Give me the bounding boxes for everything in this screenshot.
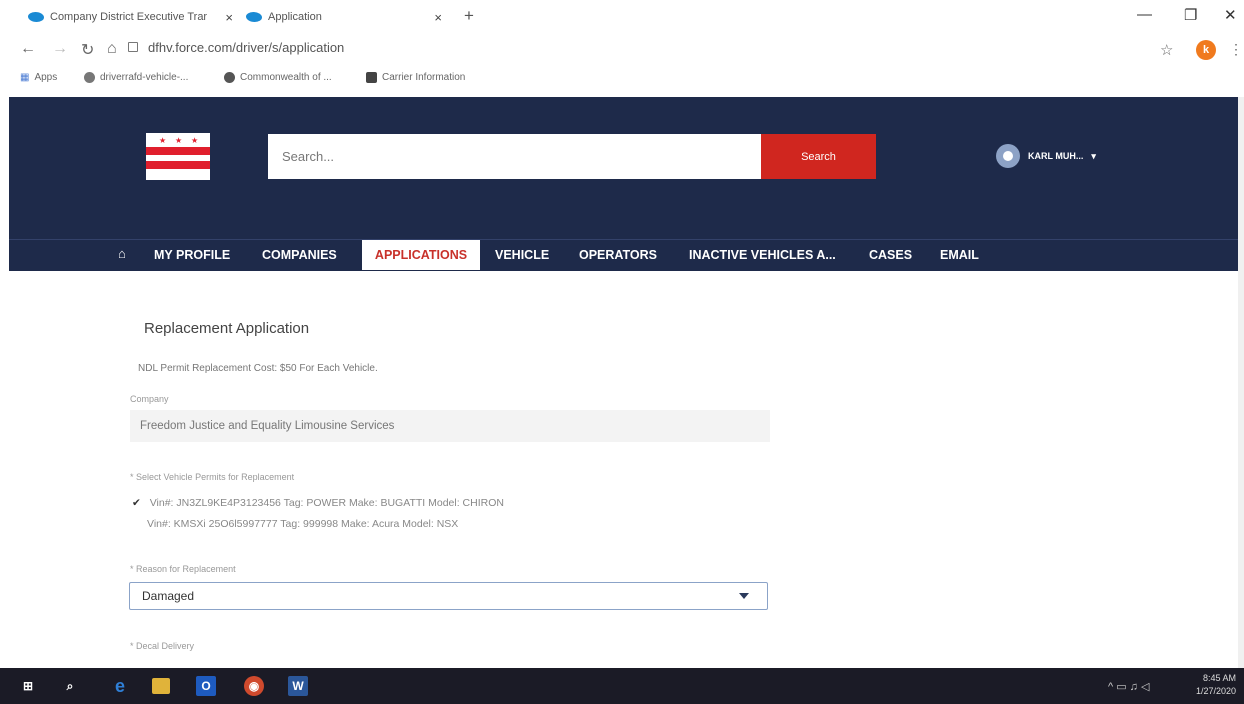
salesforce-cloud-icon bbox=[28, 12, 44, 22]
forward-icon[interactable]: → bbox=[52, 40, 68, 58]
new-tab-button[interactable]: + bbox=[464, 6, 474, 26]
tab-company[interactable]: Company District Executive Trar × bbox=[28, 4, 233, 30]
word-icon[interactable]: W bbox=[288, 676, 308, 696]
minimize-icon[interactable]: — bbox=[1137, 6, 1152, 23]
url-field[interactable]: dfhv.force.com/driver/s/application bbox=[148, 40, 344, 55]
user-name: KARL MUH... bbox=[1028, 151, 1084, 161]
permit-text: Vin#: JN3ZL9KE4P3123456 Tag: POWER Make:… bbox=[149, 497, 504, 509]
bookmark-label: driverrafd-vehicle-... bbox=[100, 72, 189, 83]
menu-kebab-icon[interactable]: ⋮ bbox=[1229, 41, 1243, 58]
profile-avatar[interactable]: k bbox=[1196, 40, 1216, 60]
tab-close-icon[interactable]: × bbox=[434, 10, 442, 25]
file-explorer-icon[interactable] bbox=[152, 678, 170, 694]
close-window-icon[interactable]: ✕ bbox=[1224, 6, 1237, 24]
user-avatar-icon bbox=[996, 144, 1020, 168]
dropdown-caret-icon bbox=[739, 593, 749, 599]
dc-flag-logo[interactable]: ★ ★ ★ bbox=[146, 133, 210, 180]
home-icon[interactable]: ⌂ bbox=[118, 246, 126, 261]
permit-option-2[interactable]: Vin#: KMSXi 25O6l5997777 Tag: 999998 Mak… bbox=[147, 518, 458, 530]
bookmark-label: Commonwealth of ... bbox=[240, 72, 332, 83]
search-input[interactable]: Search... bbox=[268, 134, 761, 179]
required-mark: * bbox=[130, 564, 134, 574]
checkmark-icon: ✔ bbox=[132, 497, 141, 509]
nav-email[interactable]: EMAIL bbox=[940, 239, 979, 270]
required-mark: * bbox=[130, 641, 134, 651]
flag-stripe bbox=[146, 147, 210, 155]
decal-label: * Decal Delivery bbox=[130, 641, 194, 651]
nav-inactive-vehicles[interactable]: INACTIVE VEHICLES A... bbox=[689, 239, 836, 270]
decal-label-text: Decal Delivery bbox=[136, 641, 195, 651]
edge-icon[interactable]: e bbox=[110, 676, 130, 696]
permit-text: Vin#: KMSXi 25O6l5997777 Tag: 999998 Mak… bbox=[147, 518, 459, 530]
company-label: Company bbox=[130, 394, 169, 404]
system-tray-icons[interactable]: ^ ▭ ♫ ◁ bbox=[1108, 680, 1149, 693]
outlook-icon[interactable]: O bbox=[196, 676, 216, 696]
reason-select[interactable]: Damaged bbox=[129, 582, 768, 610]
nav-vehicle[interactable]: VEHICLE bbox=[495, 239, 549, 270]
tab-label: Application bbox=[268, 11, 322, 23]
permits-label-text: Select Vehicle Permits for Replacement bbox=[136, 472, 295, 482]
tab-label: Company District Executive Trar bbox=[50, 11, 208, 23]
lock-icon bbox=[128, 42, 138, 52]
search-icon[interactable]: ⌕ bbox=[60, 676, 80, 696]
reason-value: Damaged bbox=[142, 589, 195, 603]
taskbar-clock[interactable]: 8:45 AM 1/27/2020 bbox=[1196, 672, 1236, 698]
nav-applications[interactable]: APPLICATIONS bbox=[362, 240, 480, 270]
star-icon: ★ bbox=[191, 136, 199, 145]
bookmark-apps[interactable]: ▦ Apps bbox=[20, 72, 57, 83]
nav-cases[interactable]: CASES bbox=[869, 239, 912, 270]
search-button[interactable]: Search bbox=[761, 134, 876, 179]
clock-date: 1/27/2020 bbox=[1196, 686, 1237, 696]
reload-icon[interactable]: ↻ bbox=[81, 40, 94, 60]
company-field: Freedom Justice and Equality Limousine S… bbox=[130, 410, 770, 442]
reason-label-text: Reason for Replacement bbox=[136, 564, 236, 574]
flag-stripe bbox=[146, 161, 210, 169]
home-browser-icon[interactable]: ⌂ bbox=[107, 40, 117, 58]
windows-start-icon[interactable]: ⊞ bbox=[18, 676, 38, 696]
chevron-down-icon: ▾ bbox=[1091, 150, 1096, 161]
restore-icon[interactable]: ❐ bbox=[1184, 6, 1197, 24]
chrome-icon[interactable]: ◉ bbox=[244, 676, 264, 696]
seal-icon bbox=[224, 72, 235, 83]
truck-icon bbox=[366, 72, 377, 83]
bookmark-label: Apps bbox=[34, 72, 58, 83]
user-menu[interactable]: KARL MUH... ▾ bbox=[996, 144, 1096, 168]
tab-application[interactable]: Application × bbox=[246, 4, 442, 30]
windows-taskbar bbox=[0, 668, 1244, 704]
permits-label: * Select Vehicle Permits for Replacement bbox=[130, 472, 294, 482]
bookmark-label: Carrier Information bbox=[382, 72, 466, 83]
tab-close-icon[interactable]: × bbox=[225, 10, 233, 25]
globe-icon bbox=[84, 72, 95, 83]
bookmark-commonwealth[interactable]: Commonwealth of ... bbox=[224, 72, 332, 83]
reason-label: * Reason for Replacement bbox=[130, 564, 236, 574]
back-icon[interactable]: ← bbox=[20, 40, 36, 58]
nav-my-profile[interactable]: MY PROFILE bbox=[154, 239, 230, 270]
page-scrollbar[interactable] bbox=[1238, 97, 1244, 670]
bookmark-driver[interactable]: driverrafd-vehicle-... bbox=[84, 72, 188, 83]
nav-companies[interactable]: COMPANIES bbox=[262, 239, 337, 270]
nav-operators[interactable]: OPERATORS bbox=[579, 239, 657, 270]
cost-note: NDL Permit Replacement Cost: $50 For Eac… bbox=[138, 363, 378, 374]
bookmark-carrier[interactable]: Carrier Information bbox=[366, 72, 465, 83]
clock-time: 8:45 AM bbox=[1203, 673, 1237, 683]
star-icon: ★ bbox=[159, 136, 167, 145]
page-title: Replacement Application bbox=[144, 320, 310, 337]
star-icon: ★ bbox=[175, 136, 183, 145]
required-mark: * bbox=[130, 472, 134, 482]
salesforce-cloud-icon bbox=[246, 12, 262, 22]
permit-option-1[interactable]: ✔ Vin#: JN3ZL9KE4P3123456 Tag: POWER Mak… bbox=[132, 497, 504, 509]
bookmark-star-icon[interactable]: ☆ bbox=[1160, 41, 1173, 59]
apps-grid-icon: ▦ bbox=[20, 72, 30, 83]
